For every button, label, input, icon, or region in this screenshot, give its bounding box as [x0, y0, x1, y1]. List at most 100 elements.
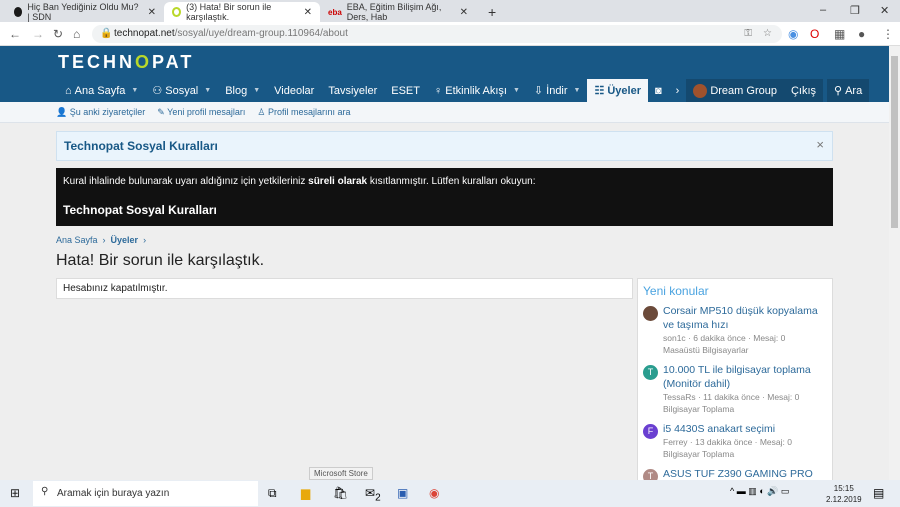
avatar[interactable] — [643, 306, 658, 321]
time: 15:15 — [833, 484, 854, 493]
current-visitors-link[interactable]: 👤 Şu anki ziyaretçiler — [56, 107, 145, 118]
back-icon[interactable]: ← — [9, 27, 21, 41]
thread-title-link[interactable]: 10.000 TL ile bilgisayar toplama (Monitö… — [663, 363, 827, 391]
camera-button[interactable]: ◙ — [648, 79, 669, 102]
rules-notice: Technopat Sosyal Kuralları × — [56, 131, 833, 161]
nav-ana-sayfa[interactable]: ⌂ Ana Sayfa ▼ — [58, 79, 145, 102]
breadcrumb-home[interactable]: Ana Sayfa — [56, 235, 98, 245]
close-tab-icon[interactable]: ✕ — [460, 7, 468, 18]
browser-tab[interactable]: eba EBA, Eğitim Bilişim Ağı, Ders, Hab ✕ — [320, 2, 476, 22]
menu-icon[interactable]: ⋮ — [882, 27, 894, 41]
new-tab-button[interactable]: + — [480, 2, 504, 22]
chevron-down-icon[interactable]: ▼ — [131, 87, 138, 94]
avatar[interactable]: F — [643, 424, 658, 439]
restriction-notice: Kural ihlalinde bulunarak uyarı aldığını… — [56, 168, 833, 226]
user-menu[interactable]: Dream Group — [686, 79, 784, 102]
windows-start-icon[interactable]: ⊞ — [10, 486, 20, 500]
network-app-icon[interactable]: ▣ — [397, 486, 408, 500]
address-bar-row: ← → ↻ ⌂ 🔒 technopat.net/sosyal/uye/dream-… — [0, 22, 900, 46]
chevron-down-icon[interactable]: ▼ — [253, 87, 260, 94]
nav-label: ESET — [391, 84, 420, 97]
thread-item: Corsair MP510 düşük kopyalama ve taşıma … — [643, 304, 827, 356]
tray-icons[interactable]: ^ ▬ ▥ ◐ 🔊 ▭ — [730, 486, 789, 497]
site-logo[interactable]: TECHNOPAT — [58, 52, 194, 73]
nav-label: Etkinlik Akışı — [445, 84, 507, 97]
maximize-icon[interactable]: ❐ — [850, 4, 860, 17]
home-icon[interactable]: ⌂ — [73, 27, 80, 41]
reload-icon[interactable]: ↻ — [53, 27, 63, 41]
key-icon[interactable]: ⚿ — [744, 28, 752, 39]
taskbar-search-input[interactable]: ⚲ Aramak için buraya yazın — [33, 481, 258, 506]
site-header: TECHNOPAT ⌂ Ana Sayfa ▼ ⚇ Sosyal ▼ Blog ▼ Vid… — [0, 46, 889, 102]
chevron-down-icon[interactable]: ▼ — [513, 87, 520, 94]
thread-title-link[interactable]: i5 4430S anakart seçimi — [663, 422, 792, 436]
error-message: Hesabınız kapatılmıştır. — [56, 278, 633, 299]
tab-title: EBA, Eğitim Bilişim Ağı, Ders, Hab — [346, 2, 442, 22]
url-path: /sosyal/uye/dream-group.110964/about — [174, 28, 348, 39]
chevron-down-icon[interactable]: ▼ — [204, 87, 211, 94]
qr-extension-icon[interactable]: ▦ — [834, 27, 845, 41]
scrollbar-thumb[interactable] — [891, 56, 898, 228]
task-view-icon[interactable]: ⧉ — [268, 486, 277, 501]
nav-eset[interactable]: ESET — [384, 79, 427, 102]
thread-item: T 10.000 TL ile bilgisayar toplama (Monit… — [643, 363, 827, 415]
thread-title-link[interactable]: Corsair MP510 düşük kopyalama ve taşıma … — [663, 304, 827, 332]
browser-tab-active[interactable]: (3) Hata! Bir sorun ile karşılaştık. ✕ — [164, 2, 320, 22]
forward-icon[interactable]: → — [32, 27, 44, 41]
close-notice-icon[interactable]: × — [816, 137, 824, 152]
widget-title[interactable]: Yeni konular — [643, 284, 827, 298]
rules-link[interactable]: Technopat Sosyal Kuralları — [63, 203, 826, 217]
microsoft-store-icon[interactable]: 🛍 — [333, 486, 348, 500]
file-explorer-icon[interactable]: ▆ — [301, 486, 310, 500]
nav-uyeler[interactable]: ☷ Üyeler — [587, 79, 648, 102]
nav-indir[interactable]: ⇩ İndir ▼ — [527, 79, 588, 102]
text-bold: süreli olarak — [308, 176, 368, 187]
search-icon: ⚲ — [41, 486, 49, 497]
profile-avatar[interactable]: ● — [858, 27, 865, 41]
chevron-right-icon: › — [675, 84, 680, 97]
close-tab-icon[interactable]: ✕ — [304, 7, 312, 18]
thread-forum-link[interactable]: Masaüstü Bilgisayarlar — [663, 344, 827, 356]
mail-icon[interactable]: ✉2 — [365, 486, 381, 503]
new-profile-posts-link[interactable]: ✎ Yeni profil mesajları — [157, 107, 245, 118]
page-title: Hata! Bir sorun ile karşılaştık. — [56, 252, 265, 269]
thread-forum-link[interactable]: Bilgisayar Toplama — [663, 403, 827, 415]
nav-etkinlik-akisi[interactable]: ♀ Etkinlik Akışı ▼ — [427, 79, 527, 102]
search-icon: ⚲ — [834, 85, 843, 97]
breadcrumb-members[interactable]: Üyeler — [111, 235, 139, 245]
placeholder: Aramak için buraya yazın — [57, 488, 170, 499]
opera-extension-icon[interactable]: O — [810, 27, 819, 41]
clock[interactable]: 15:15 2.12.2019 — [826, 483, 862, 505]
minimize-icon[interactable]: – — [820, 4, 826, 16]
nav-tavsiyeler[interactable]: Tavsiyeler — [321, 79, 384, 102]
chrome-icon[interactable]: ◉ — [429, 486, 439, 500]
nav-sosyal[interactable]: ⚇ Sosyal ▼ — [145, 79, 218, 102]
browser-tab-bar: Hiç Ban Yediğiniz Oldu Mu? | SDN ✕ (3) Ha… — [0, 0, 900, 22]
thread-meta: TessaRs · 11 dakika önce · Mesaj: 0 — [663, 392, 800, 402]
search-button[interactable]: ⚲ Ara — [827, 79, 870, 102]
lock-icon: 🔒 — [100, 28, 113, 39]
notifications-icon[interactable]: ▤ — [873, 486, 884, 500]
date: 2.12.2019 — [826, 495, 862, 504]
nav-videolar[interactable]: Videolar — [267, 79, 321, 102]
extension-icon[interactable]: ◉ — [788, 27, 798, 41]
nav-label: İndir — [546, 84, 568, 97]
close-tab-icon[interactable]: ✕ — [148, 7, 156, 18]
search-profile-posts-link[interactable]: ♙ Profil mesajlarını ara — [257, 107, 350, 118]
thread-forum-link[interactable]: Bilgisayar Toplama — [663, 448, 792, 460]
scrollbar[interactable] — [889, 46, 900, 480]
star-icon[interactable]: ☆ — [763, 28, 772, 39]
notice-title[interactable]: Technopat Sosyal Kuralları — [64, 139, 218, 153]
close-window-icon[interactable]: ✕ — [880, 4, 889, 17]
url-input[interactable]: 🔒 technopat.net/sosyal/uye/dream-group.11… — [92, 25, 782, 43]
breadcrumb: Ana Sayfa › Üyeler › — [56, 235, 147, 245]
nav-blog[interactable]: Blog ▼ — [218, 79, 267, 102]
logout-link[interactable]: Çıkış — [783, 79, 824, 102]
browser-tab[interactable]: Hiç Ban Yediğiniz Oldu Mu? | SDN ✕ — [6, 2, 164, 22]
link-label: Yeni profil mesajları — [167, 106, 246, 117]
nav-scroll-right[interactable]: › — [669, 79, 687, 102]
url-domain: technopat.net — [114, 28, 175, 39]
avatar[interactable]: T — [643, 365, 658, 380]
chevron-down-icon[interactable]: ▼ — [574, 87, 581, 94]
new-threads-widget: Yeni konular Corsair MP510 düşük kopyala… — [637, 278, 833, 494]
